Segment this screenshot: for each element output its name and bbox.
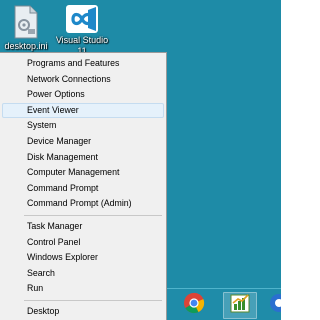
taskbar-button-partial[interactable] xyxy=(268,292,281,319)
menu-item-device-manager[interactable]: Device Manager xyxy=(2,134,164,150)
menu-item-system[interactable]: System xyxy=(2,118,164,134)
visual-studio-icon xyxy=(64,4,100,34)
menu-item-task-manager[interactable]: Task Manager xyxy=(2,219,164,235)
desktop-icon-desktop-ini[interactable]: desktop.ini xyxy=(0,4,54,56)
menu-item-desktop[interactable]: Desktop xyxy=(2,304,164,320)
menu-item-network-connections[interactable]: Network Connections xyxy=(2,72,164,88)
menu-item-command-prompt-admin[interactable]: Command Prompt (Admin) xyxy=(2,196,164,212)
menu-item-windows-explorer[interactable]: Windows Explorer xyxy=(2,250,164,266)
menu-item-search[interactable]: Search xyxy=(2,266,164,282)
desktop-icon-label: Visual Studio xyxy=(55,35,109,45)
file-icon xyxy=(8,4,44,40)
menu-item-disk-management[interactable]: Disk Management xyxy=(2,150,164,166)
menu-item-run[interactable]: Run xyxy=(2,281,164,297)
power-user-menu: Programs and Features Network Connection… xyxy=(0,52,167,320)
chrome-icon xyxy=(183,292,205,319)
desktop-icon-label: desktop.ini xyxy=(4,41,48,51)
menu-item-power-options[interactable]: Power Options xyxy=(2,87,164,103)
menu-item-computer-management[interactable]: Computer Management xyxy=(2,165,164,181)
menu-item-event-viewer[interactable]: Event Viewer xyxy=(2,102,164,119)
menu-item-control-panel[interactable]: Control Panel xyxy=(2,235,164,251)
desktop-icon-visual-studio[interactable]: Visual Studio 11 xyxy=(54,4,110,56)
menu-item-programs-and-features[interactable]: Programs and Features xyxy=(2,56,164,72)
menu-separator xyxy=(24,299,162,301)
chart-app-icon xyxy=(229,292,251,319)
taskbar-button-chrome[interactable] xyxy=(177,292,211,319)
taskbar xyxy=(167,288,281,320)
menu-separator xyxy=(24,214,162,216)
app-icon-partial xyxy=(268,292,281,319)
menu-item-command-prompt[interactable]: Command Prompt xyxy=(2,181,164,197)
taskbar-button-chart-app[interactable] xyxy=(223,292,257,319)
desktop: desktop.ini Visual Studio 11 Programs an… xyxy=(0,0,281,320)
